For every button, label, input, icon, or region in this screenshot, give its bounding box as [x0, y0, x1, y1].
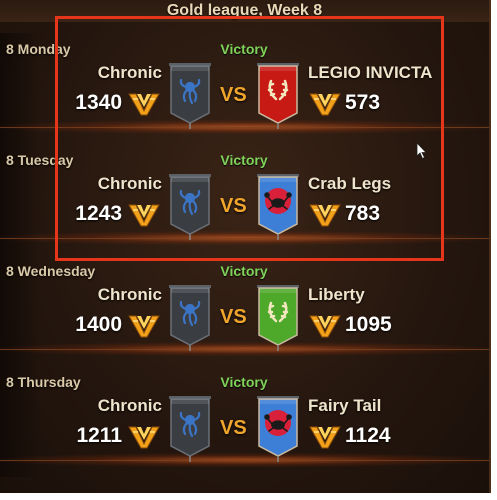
match-day: 8 Monday: [6, 41, 71, 57]
match-result: Victory: [220, 41, 268, 57]
match-result: Victory: [220, 152, 268, 168]
right-team-name: LEGIO INVICTA: [308, 63, 433, 82]
league-title: Gold league, Week 8: [0, 0, 489, 22]
match-day: 8 Tuesday: [6, 152, 74, 168]
vs-label: VS: [220, 417, 247, 439]
right-team-name: Fairy Tail: [308, 396, 382, 415]
left-team-score: 1243: [75, 202, 122, 225]
trophy-cup-icon: [127, 424, 161, 450]
match-row[interactable]: 8 Wednesday Victory Chronic 1400 VS Liberty 10…: [0, 255, 489, 366]
vs-label: VS: [220, 84, 247, 106]
match-row[interactable]: 8 Tuesday Victory Chronic 1243 VS Crab Legs 78…: [0, 144, 489, 255]
left-team-name: Chronic: [97, 174, 162, 193]
mouse-cursor-icon: [416, 142, 427, 160]
league-results-panel: Gold league, Week 8 8 Monday Victory Chron…: [0, 0, 491, 493]
match-result: Victory: [220, 374, 268, 390]
right-team-score: 783: [345, 202, 381, 225]
trophy-cup-icon: [127, 202, 161, 228]
match-day: 8 Thursday: [6, 374, 81, 390]
row-divider: [0, 349, 489, 350]
crab-banner-icon[interactable]: [256, 394, 300, 464]
row-divider: [0, 127, 489, 128]
right-team-score: 1124: [345, 424, 391, 447]
laurel-wreath-banner-icon[interactable]: [256, 283, 300, 353]
match-result: Victory: [220, 263, 268, 279]
right-team-score: 1095: [345, 313, 392, 336]
trophy-cup-icon: [127, 313, 161, 339]
kraken-banner-icon[interactable]: [168, 283, 212, 353]
trophy-cup-icon: [127, 91, 161, 117]
row-divider: [0, 460, 489, 461]
match-row[interactable]: 8 Thursday Victory Chronic 1211 VS Fairy Tail…: [0, 366, 489, 477]
trophy-cup-icon: [308, 424, 342, 450]
trophy-cup-icon: [308, 202, 342, 228]
left-team-name: Chronic: [97, 396, 162, 415]
trophy-cup-icon: [308, 91, 342, 117]
vs-label: VS: [220, 306, 247, 328]
kraken-banner-icon[interactable]: [168, 61, 212, 131]
laurel-wreath-banner-icon[interactable]: [256, 61, 300, 131]
left-team-name: Chronic: [97, 63, 162, 82]
right-team-score: 573: [345, 91, 381, 114]
row-divider: [0, 238, 489, 239]
match-row[interactable]: 8 Monday Victory Chronic 1340 VS LEGIO INVICT…: [0, 33, 489, 144]
left-team-score: 1340: [75, 91, 122, 114]
right-team-name: Crab Legs: [308, 174, 392, 193]
kraken-banner-icon[interactable]: [168, 394, 212, 464]
right-team-name: Liberty: [308, 285, 365, 304]
crab-banner-icon[interactable]: [256, 172, 300, 242]
kraken-banner-icon[interactable]: [168, 172, 212, 242]
trophy-cup-icon: [308, 313, 342, 339]
match-day: 8 Wednesday: [6, 263, 96, 279]
left-team-name: Chronic: [97, 285, 162, 304]
left-team-score: 1211: [76, 424, 122, 447]
left-team-score: 1400: [75, 313, 122, 336]
vs-label: VS: [220, 195, 247, 217]
